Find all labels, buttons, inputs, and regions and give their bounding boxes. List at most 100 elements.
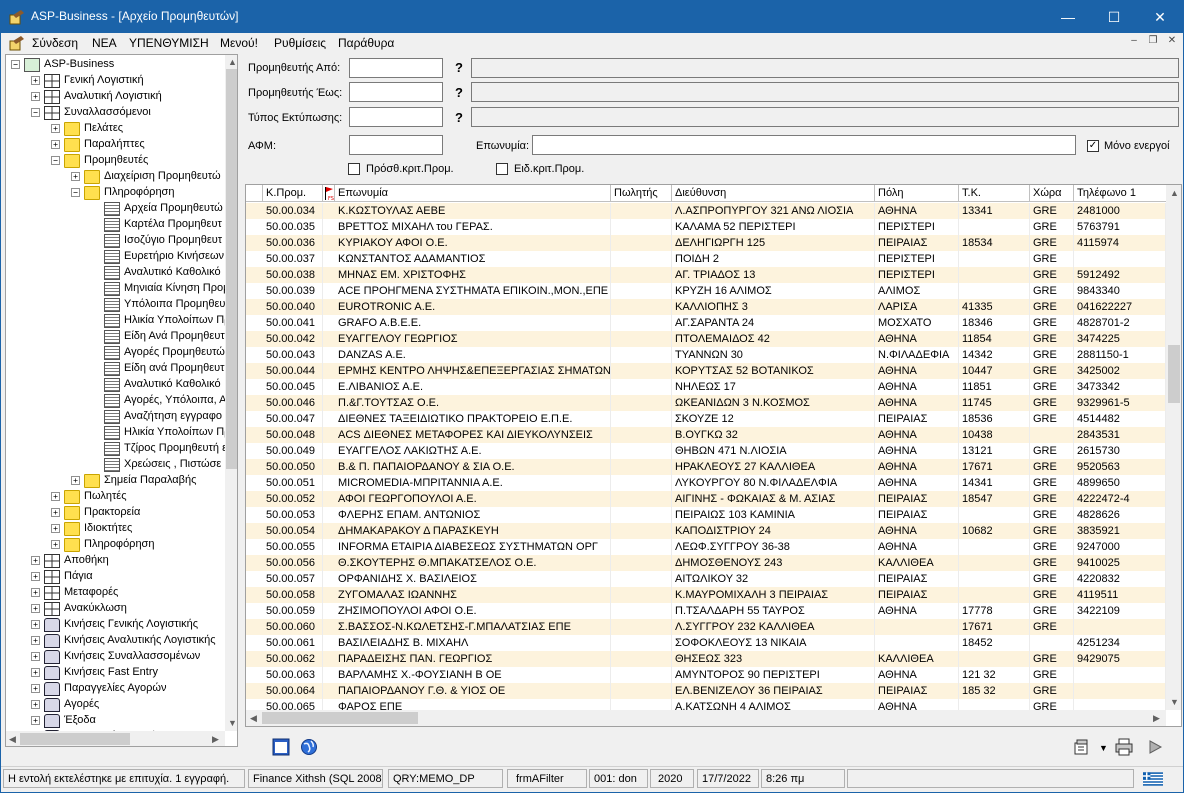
grid-horizontal-scrollbar[interactable]: ◀ ▶ [246, 710, 1166, 726]
lookup-icon[interactable]: ? [453, 85, 465, 101]
expand-icon[interactable]: + [51, 140, 60, 149]
table-row[interactable]: 50.00.052 ΑΦΟΙ ΓΕΩΡΓΟΠΟΥΛΟΙ Α.Ε. ΑΙΓΙΝΗΣ -… [246, 491, 1166, 507]
tree-node[interactable]: Ηλικία Υπολοίπων Πρ [6, 425, 230, 441]
tree-node[interactable]: Αναζήτηση εγγραφο [6, 409, 225, 425]
close-button[interactable]: ✕ [1137, 1, 1183, 33]
expand-icon[interactable]: + [31, 556, 40, 565]
tree-horizontal-scrollbar[interactable]: ◀ ▶ [6, 731, 225, 746]
expand-icon[interactable]: + [51, 540, 60, 549]
mdi-close-button[interactable]: ✕ [1165, 35, 1179, 49]
tree-vertical-scrollbar[interactable]: ▲ ▼ [225, 55, 237, 731]
tree-node[interactable]: Αγορές, Υπόλοιπα, Α [6, 393, 227, 409]
tree-node[interactable]: + Κινήσεις Συναλλασσομένων [6, 649, 225, 665]
table-row[interactable]: 50.00.045 Ε.ΛΙΒΑΝΙΟΣ Α.Ε. ΝΗΛΕΩΣ 17 ΑΘΗΝΑ 11… [246, 379, 1166, 395]
mdi-child-icon[interactable] [9, 35, 25, 51]
expand-icon[interactable]: + [31, 652, 40, 661]
scroll-right-icon[interactable]: ▶ [212, 734, 219, 745]
tree-node[interactable]: Ευρετήριο Κινήσεων [6, 249, 225, 265]
grid-vertical-scrollbar[interactable]: ▲ ▼ [1166, 185, 1181, 710]
tree-node[interactable]: + Ανακύκλωση [6, 601, 225, 617]
tree-node[interactable]: − Προμηθευτές [6, 153, 225, 169]
expand-icon[interactable]: + [31, 92, 40, 101]
table-row[interactable]: 50.00.061 ΒΑΣΙΛΕΙΑΔΗΣ Β. ΜΙΧΑΗΛ ΣΟΦΟΚΛΕΟΥΣ… [246, 635, 1166, 651]
menu-reminder[interactable]: ΥΠΕΝΘΥΜΙΣΗ [129, 36, 209, 50]
expand-icon[interactable]: + [31, 604, 40, 613]
printer-icon[interactable] [1115, 738, 1133, 756]
tree-node[interactable]: Είδη ανά Προμηθευτ [6, 361, 225, 377]
lookup-icon[interactable]: ? [453, 110, 465, 126]
col-header-address[interactable]: Διεύθυνση [672, 185, 875, 202]
lookup-icon[interactable]: ? [453, 60, 465, 76]
table-row[interactable]: 50.00.036 ΚΥΡΙΑΚΟΥ ΑΦΟΙ Ο.Ε. ΔΕΛΗΓΙΩΡΓΗ 12… [246, 235, 1166, 251]
collapse-icon[interactable]: − [11, 60, 20, 69]
run-arrow-icon[interactable] [1146, 738, 1164, 756]
table-row[interactable]: 50.00.063 ΒΑΡΛΑΜΗΣ Χ.-ΦΟΥΣΙΑΝΗ Β ΟΕ ΑΜΥΝΤΟ… [246, 667, 1166, 683]
table-row[interactable]: 50.00.040 EUROTRONIC A.E. ΚΑΛΛΙΟΠΗΣ 3 ΛΑΡΙΣ… [246, 299, 1166, 315]
scroll-up-icon[interactable]: ▲ [228, 57, 237, 67]
table-row[interactable]: 50.00.050 Β.& Π. ΠΑΠΑΙΟΡΔΑΝΟΥ & ΣΙΑ Ο.Ε. Η… [246, 459, 1166, 475]
col-header-name[interactable]: Επωνυμία [335, 185, 611, 202]
col-header-phone[interactable]: Τηλέφωνο 1 [1074, 185, 1166, 202]
table-row[interactable]: 50.00.041 GRAFO A.B.E.E. ΑΓ.ΣΑΡΑΝΤΑ 24 ΜΟΣΧ… [246, 315, 1166, 331]
table-row[interactable]: 50.00.053 ΦΛΕΡΗΣ ΕΠΑΜ. ΑΝΤΩΝΙΟΣ ΠΕΙΡΑΙΩΣ 1… [246, 507, 1166, 523]
tree-node[interactable]: − Συναλλασσόμενοι [6, 105, 225, 121]
tree-node[interactable]: Ισοζύγιο Προμηθευτ [6, 233, 225, 249]
supplier-to-input[interactable] [349, 82, 443, 102]
grid-scroll-thumb[interactable] [1168, 345, 1180, 403]
tree-node[interactable]: + Αναλυτική Λογιστική [6, 89, 225, 105]
tree-node[interactable]: + Παραγγελίες Αγορών [6, 681, 225, 697]
scroll-left-icon[interactable]: ◀ [250, 713, 257, 724]
active-only-checkbox[interactable]: ✓ [1087, 140, 1099, 152]
scroll-down-icon[interactable]: ▼ [228, 718, 237, 728]
table-row[interactable]: 50.00.054 ΔΗΜΑΚΑΡΑΚΟΥ Δ ΠΑΡΑΣΚΕΥΗ ΚΑΠΟΔΙΣΤ… [246, 523, 1166, 539]
col-header-country[interactable]: Χώρα [1030, 185, 1074, 202]
table-row[interactable]: 50.00.057 ΟΡΦΑΝΙΔΗΣ Χ. ΒΑΣΙΛΕΙΟΣ ΑΙΤΩΛΙΚΟΥ… [246, 571, 1166, 587]
table-row[interactable]: 50.00.060 Σ.ΒΑΣΣΟΣ-Ν.ΚΩΛΕΤΣΗΣ-Γ.ΜΠΑΛΑΤΣΙΑ… [246, 619, 1166, 635]
tree-node[interactable]: + Παραλήπτες [6, 137, 225, 153]
expand-icon[interactable]: + [51, 124, 60, 133]
tree-node[interactable]: Αναλυτικό Καθολικό [6, 377, 225, 393]
table-row[interactable]: 50.00.034 Κ.ΚΩΣΤΟΥΛΑΣ ΑΕΒΕ Λ.ΑΣΠΡΟΠΥΡΓΟΥ 3… [246, 203, 1166, 219]
tree-node[interactable]: + Πελάτες [6, 121, 225, 137]
table-row[interactable]: 50.00.049 ΕΥΑΓΓΕΛΟΣ ΛΑΚΙΩΤΗΣ Α.Ε. ΘΗΒΩΝ 47… [246, 443, 1166, 459]
tree-node[interactable]: + Κινήσεις Fast Entry [6, 665, 225, 681]
table-row[interactable]: 50.00.042 ΕΥΑΓΓΕΛΟΥ ΓΕΩΡΓΙΟΣ ΠΤΟΛΕΜΑΙΔΟΣ 4… [246, 331, 1166, 347]
table-row[interactable]: 50.00.059 ΖΗΣΙΜΟΠΟΥΛΟΙ ΑΦΟΙ Ο.Ε. Π.ΤΣΑΛΔΑΡ… [246, 603, 1166, 619]
maximize-button[interactable]: ☐ [1091, 1, 1137, 33]
col-header-postcode[interactable]: Τ.Κ. [959, 185, 1030, 202]
tree-node[interactable]: Ηλικία Υπολοίπων Πρ [6, 313, 230, 329]
menu-connect[interactable]: Σύνδεση [32, 36, 78, 50]
tree-node[interactable]: + Σημεία Παραλαβής [6, 473, 225, 489]
tree-hscroll-thumb[interactable] [20, 733, 130, 745]
table-row[interactable]: 50.00.043 DANZAS A.E. ΤΥΑΝΝΩΝ 30 Ν.ΦΙΛΑΔΕΦΙ… [246, 347, 1166, 363]
table-row[interactable]: 50.00.051 MICROMEDIA-ΜΠΡΙΤΑΝΝΙΑ Α.Ε. ΛΥΚΟΥ… [246, 475, 1166, 491]
tree-node[interactable]: Αναλυτικό Καθολικό [6, 265, 225, 281]
table-row[interactable]: 50.00.058 ΖΥΓΟΜΑΛΑΣ ΙΩΑΝΝΗΣ Κ.ΜΑΥΡΟΜΙΧΑΛΗ … [246, 587, 1166, 603]
tree-node[interactable]: Είδη Ανά Προμηθευτ [6, 329, 225, 345]
afm-input[interactable] [349, 135, 443, 155]
expand-icon[interactable]: + [31, 684, 40, 693]
tree-node[interactable]: + Αγορές [6, 697, 225, 713]
table-row[interactable]: 50.00.039 ACE ΠΡΟΗΓΜΕΝΑ ΣΥΣΤΗΜΑΤΑ ΕΠΙΚΟΙΝ… [246, 283, 1166, 299]
menu-menu[interactable]: Μενού! [220, 36, 258, 50]
tree-node[interactable]: Χρεώσεις , Πιστώσε [6, 457, 225, 473]
tree-node[interactable]: + Αποθήκη [6, 553, 225, 569]
scroll-down-icon[interactable]: ▼ [1170, 697, 1179, 707]
tree-node[interactable]: + Γενική Λογιστική [6, 73, 225, 89]
table-row[interactable]: 50.00.065 ΦΑΡΟΣ ΕΠΕ Α.ΚΑΤΣΩΝΗ 4 ΑΛΙΜΟΣ ΑΘΗΝ… [246, 699, 1166, 710]
special-criteria-checkbox[interactable] [496, 163, 508, 175]
tree-node[interactable]: + Έξοδα [6, 713, 225, 729]
collapse-icon[interactable]: − [51, 156, 60, 165]
table-row[interactable]: 50.00.046 Π.&Γ.ΤΟΥΤΣΑΣ Ο.Ε. ΩΚΕΑΝΙΔΩΝ 3 Ν.… [246, 395, 1166, 411]
table-row[interactable]: 50.00.037 ΚΩΝΣΤΑΝΤΟΣ ΑΔΑΜΑΝΤΙΟΣ ΠΟΙΔΗ 2 ΠΕΡ… [246, 251, 1166, 267]
tree-node[interactable]: + Κινήσεις Αναλυτικής Λογιστικής [6, 633, 225, 649]
tree-node[interactable]: Αγορές Προμηθευτώ [6, 345, 225, 361]
menu-new[interactable]: ΝΕΑ [92, 36, 117, 50]
expand-icon[interactable]: + [31, 716, 40, 725]
tree-node[interactable]: + Πληροφόρηση [6, 537, 225, 553]
tree-node[interactable]: Υπόλοιπα Προμηθευτ [6, 297, 230, 313]
window-view-icon[interactable] [272, 738, 290, 756]
tree-node[interactable]: + Κινήσεις Γενικής Λογιστικής [6, 617, 225, 633]
expand-icon[interactable]: + [31, 636, 40, 645]
scroll-left-icon[interactable]: ◀ [9, 734, 16, 745]
